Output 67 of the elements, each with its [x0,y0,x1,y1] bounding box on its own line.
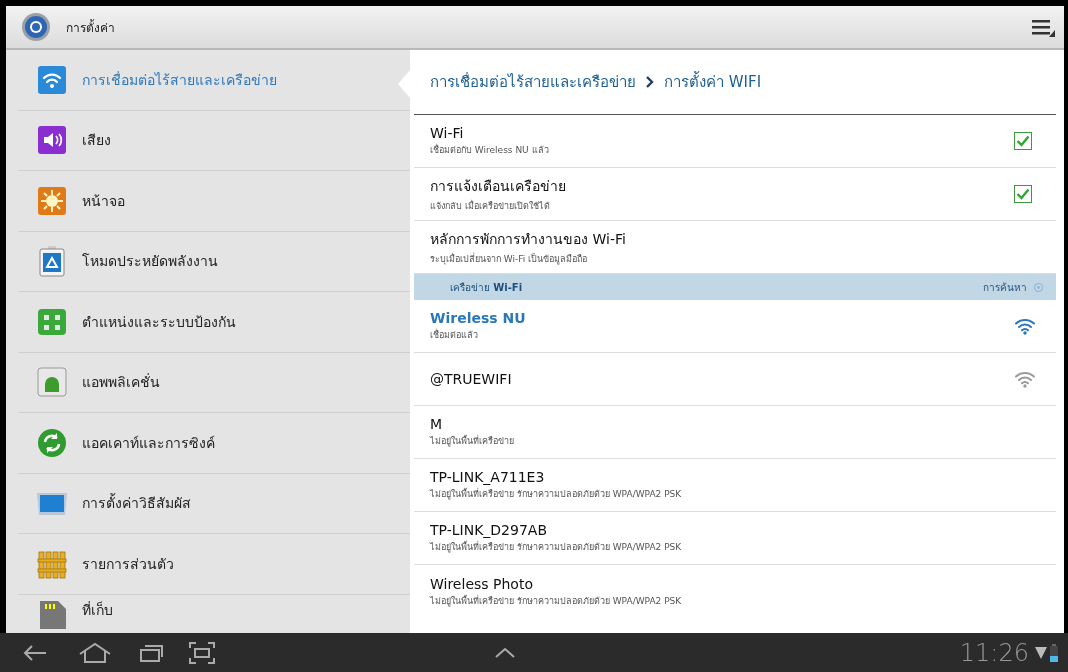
breadcrumb-current: การตั้งค่า WIFI [664,70,762,93]
scanning-icon [1033,281,1044,293]
checkbox[interactable] [1014,132,1032,150]
sidebar-item[interactable]: โหมดประหยัดพลังงาน [18,231,410,292]
sidebar-label: แอคเคาท์และการซิงค์ [82,433,215,453]
sidebar-label: ที่เก็บ [82,600,113,620]
screen-title: การตั้งค่า [66,18,116,37]
sidebar-item[interactable]: หน้าจอ [18,171,410,232]
wifi-icon [36,63,68,96]
sun-icon [36,184,68,217]
sidebar-label: แอพพลิเคชั่น [82,372,160,393]
setting-title: Wi-Fi [430,125,465,141]
network-row[interactable]: @TRUEWIFI [414,353,1056,406]
sidebar-label: ตำแหน่งและระบบป้องกัน [82,312,236,332]
sidebar-label: โหมดประหยัดพลังงาน [82,252,218,272]
sidebar-item[interactable]: ที่เก็บ [18,594,410,631]
sidebar-item[interactable]: การเชื่อมต่อไร้สายและเครือข่าย [18,50,410,111]
network-status: ไม่อยู่ในพื้นที่เครือข่าย รักษาความปลอดภัยด้วย WPA/WPA2 PSK [430,594,683,608]
speaker-icon [36,124,68,157]
sidebar-item[interactable]: เสียง [18,110,410,171]
setting-summary: ระบุเมื่อเปลี่ยนจาก Wi-Fi เป็นข้อมูลมือถือ [430,252,589,266]
sync-icon [36,426,68,459]
sidebar-item[interactable]: การตั้งค่าวิธีสัมผัส [18,473,410,534]
checkbox[interactable] [1014,185,1032,203]
back-icon[interactable] [22,642,48,663]
network-status: ไม่อยู่ในพื้นที่เครือข่าย [430,434,515,448]
chevron-icon [646,76,654,88]
network-row[interactable]: TP-LINK_A711E3 ไม่อยู่ในพื้นที่เครือข่าย รักษาความปลอดภัยด้วย WPA/WPA2 PSK [414,459,1056,512]
battery-icon [1050,643,1058,662]
settings-icon[interactable] [20,11,52,43]
network-row[interactable]: M ไม่อยู่ในพื้นที่เครือข่าย [414,406,1056,459]
network-row[interactable]: Wireless Photo ไม่อยู่ในพื้นที่เครือข่าย รักษาความปลอดภัยด้วย WPA/WPA2 PSK [414,565,1056,618]
sidebar-label: การตั้งค่าวิธีสัมผัส [82,492,191,514]
sidebar-label: รายการส่วนตัว [82,554,174,574]
setting-row[interactable]: การแจ้งเตือนเครือข่าย แจ้งกลับ เมื่อเครือข่ายเปิดใช้ได้ [414,168,1056,221]
network-status: ไม่อยู่ในพื้นที่เครือข่าย รักษาความปลอดภัยด้วย WPA/WPA2 PSK [430,487,683,501]
sidebar-label: เสียง [82,131,111,151]
home-icon[interactable] [78,641,112,664]
setting-title: การแจ้งเตือนเครือข่าย [430,177,567,196]
caret-icon[interactable] [494,646,516,659]
network-row[interactable]: Wireless NU เชื่อมต่อแล้ว [414,300,1056,353]
setting-summary: เชื่อมต่อกับ Wireless NU แล้ว [430,143,550,157]
clock: 11:26 [959,638,1029,667]
network-row[interactable]: TP-LINK_D297AB ไม่อยู่ในพื้นที่เครือข่าย รักษาความปลอดภัยด้วย WPA/WPA2 PSK [414,512,1056,565]
breadcrumb-parent[interactable]: การเชื่อมต่อไร้สายและเครือข่าย [430,70,636,94]
sidebar-item[interactable]: แอคเคาท์และการซิงค์ [18,413,410,474]
sidebar-item[interactable]: รายการส่วนตัว [18,534,410,595]
sidebar-item[interactable]: ตำแหน่งและระบบป้องกัน [18,292,410,353]
recycle-battery-icon [36,245,68,278]
scan-label[interactable]: การค้นหา [983,279,1027,295]
network-status: เชื่อมต่อแล้ว [430,328,479,342]
setting-title: หลักการพักการทำงานของ Wi-Fi [430,230,627,249]
network-name: TP-LINK_A711E3 [430,469,546,485]
signal-icon [1035,644,1047,661]
sidebar-label: การเชื่อมต่อไร้สายและเครือข่าย [82,70,277,90]
screenshot-icon[interactable] [188,640,216,665]
setting-row[interactable]: Wi-Fi เชื่อมต่อกับ Wireless NU แล้ว [414,115,1056,168]
network-status: ไม่อยู่ในพื้นที่เครือข่าย รักษาความปลอดภัยด้วย WPA/WPA2 PSK [430,540,683,554]
sidebar-label: หน้าจอ [82,191,125,211]
sidebar-item[interactable]: แอพพลิเคชั่น [18,352,410,413]
section-title: เครือข่าย Wi-Fi [450,280,523,295]
setting-summary: แจ้งกลับ เมื่อเครือข่ายเปิดใช้ได้ [430,199,551,213]
network-name: Wireless Photo [430,575,534,592]
network-name: TP-LINK_D297AB [430,522,548,538]
network-name: M [430,416,444,432]
network-name: Wireless NU [430,310,527,326]
network-name: @TRUEWIFI [430,371,513,387]
